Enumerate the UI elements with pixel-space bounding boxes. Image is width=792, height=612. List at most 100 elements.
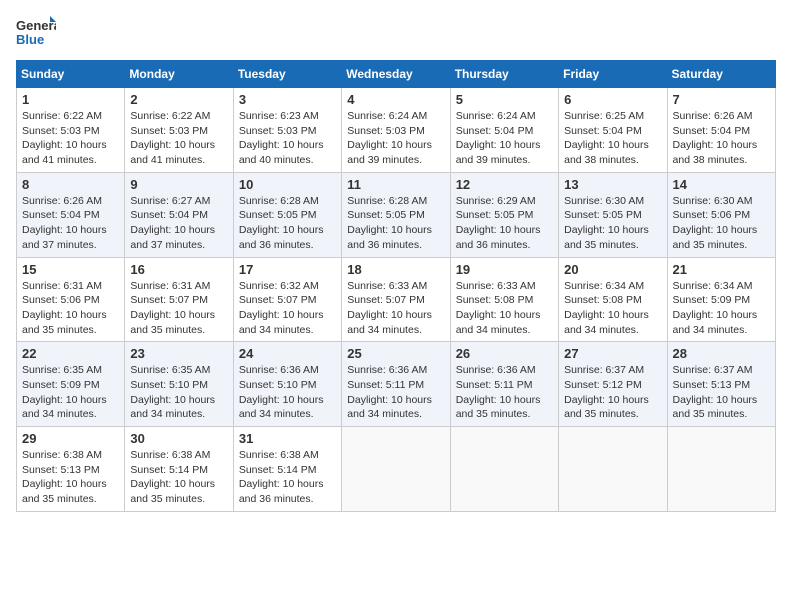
day-number: 21 (673, 262, 770, 277)
day-number: 11 (347, 177, 444, 192)
logo-svg: General Blue (16, 16, 56, 48)
day-number: 26 (456, 346, 553, 361)
calendar-cell: 21 Sunrise: 6:34 AM Sunset: 5:09 PM Dayl… (667, 257, 775, 342)
day-info: Sunrise: 6:30 AM Sunset: 5:05 PM Dayligh… (564, 194, 661, 253)
week-row-4: 22 Sunrise: 6:35 AM Sunset: 5:09 PM Dayl… (17, 342, 776, 427)
day-info: Sunrise: 6:26 AM Sunset: 5:04 PM Dayligh… (673, 109, 770, 168)
calendar-cell: 15 Sunrise: 6:31 AM Sunset: 5:06 PM Dayl… (17, 257, 125, 342)
week-row-5: 29 Sunrise: 6:38 AM Sunset: 5:13 PM Dayl… (17, 427, 776, 512)
day-number: 5 (456, 92, 553, 107)
day-info: Sunrise: 6:29 AM Sunset: 5:05 PM Dayligh… (456, 194, 553, 253)
day-info: Sunrise: 6:28 AM Sunset: 5:05 PM Dayligh… (347, 194, 444, 253)
day-info: Sunrise: 6:35 AM Sunset: 5:09 PM Dayligh… (22, 363, 119, 422)
calendar-cell: 27 Sunrise: 6:37 AM Sunset: 5:12 PM Dayl… (559, 342, 667, 427)
day-info: Sunrise: 6:24 AM Sunset: 5:04 PM Dayligh… (456, 109, 553, 168)
day-info: Sunrise: 6:37 AM Sunset: 5:13 PM Dayligh… (673, 363, 770, 422)
day-info: Sunrise: 6:38 AM Sunset: 5:14 PM Dayligh… (239, 448, 336, 507)
calendar-cell: 2 Sunrise: 6:22 AM Sunset: 5:03 PM Dayli… (125, 88, 233, 173)
calendar-cell: 26 Sunrise: 6:36 AM Sunset: 5:11 PM Dayl… (450, 342, 558, 427)
day-number: 31 (239, 431, 336, 446)
calendar-cell (342, 427, 450, 512)
calendar-cell: 3 Sunrise: 6:23 AM Sunset: 5:03 PM Dayli… (233, 88, 341, 173)
day-number: 30 (130, 431, 227, 446)
day-number: 22 (22, 346, 119, 361)
calendar-cell: 24 Sunrise: 6:36 AM Sunset: 5:10 PM Dayl… (233, 342, 341, 427)
logo: General Blue (16, 16, 56, 48)
calendar-cell: 5 Sunrise: 6:24 AM Sunset: 5:04 PM Dayli… (450, 88, 558, 173)
day-number: 14 (673, 177, 770, 192)
calendar-cell: 8 Sunrise: 6:26 AM Sunset: 5:04 PM Dayli… (17, 172, 125, 257)
calendar-cell: 19 Sunrise: 6:33 AM Sunset: 5:08 PM Dayl… (450, 257, 558, 342)
day-info: Sunrise: 6:31 AM Sunset: 5:06 PM Dayligh… (22, 279, 119, 338)
day-number: 12 (456, 177, 553, 192)
day-info: Sunrise: 6:36 AM Sunset: 5:11 PM Dayligh… (456, 363, 553, 422)
calendar-cell: 25 Sunrise: 6:36 AM Sunset: 5:11 PM Dayl… (342, 342, 450, 427)
calendar-cell: 13 Sunrise: 6:30 AM Sunset: 5:05 PM Dayl… (559, 172, 667, 257)
day-info: Sunrise: 6:38 AM Sunset: 5:14 PM Dayligh… (130, 448, 227, 507)
day-info: Sunrise: 6:25 AM Sunset: 5:04 PM Dayligh… (564, 109, 661, 168)
page-header: General Blue (16, 16, 776, 48)
calendar-cell (559, 427, 667, 512)
weekday-header-tuesday: Tuesday (233, 61, 341, 88)
day-number: 8 (22, 177, 119, 192)
calendar-cell: 1 Sunrise: 6:22 AM Sunset: 5:03 PM Dayli… (17, 88, 125, 173)
day-number: 23 (130, 346, 227, 361)
day-number: 15 (22, 262, 119, 277)
weekday-header-saturday: Saturday (667, 61, 775, 88)
calendar-cell: 28 Sunrise: 6:37 AM Sunset: 5:13 PM Dayl… (667, 342, 775, 427)
calendar-cell: 31 Sunrise: 6:38 AM Sunset: 5:14 PM Dayl… (233, 427, 341, 512)
day-info: Sunrise: 6:34 AM Sunset: 5:09 PM Dayligh… (673, 279, 770, 338)
day-number: 27 (564, 346, 661, 361)
calendar-cell: 23 Sunrise: 6:35 AM Sunset: 5:10 PM Dayl… (125, 342, 233, 427)
week-row-1: 1 Sunrise: 6:22 AM Sunset: 5:03 PM Dayli… (17, 88, 776, 173)
calendar-cell: 17 Sunrise: 6:32 AM Sunset: 5:07 PM Dayl… (233, 257, 341, 342)
day-number: 24 (239, 346, 336, 361)
day-info: Sunrise: 6:38 AM Sunset: 5:13 PM Dayligh… (22, 448, 119, 507)
weekday-header-row: SundayMondayTuesdayWednesdayThursdayFrid… (17, 61, 776, 88)
calendar-table: SundayMondayTuesdayWednesdayThursdayFrid… (16, 60, 776, 512)
weekday-header-thursday: Thursday (450, 61, 558, 88)
day-number: 19 (456, 262, 553, 277)
calendar-cell: 18 Sunrise: 6:33 AM Sunset: 5:07 PM Dayl… (342, 257, 450, 342)
day-number: 6 (564, 92, 661, 107)
day-info: Sunrise: 6:24 AM Sunset: 5:03 PM Dayligh… (347, 109, 444, 168)
calendar-cell: 16 Sunrise: 6:31 AM Sunset: 5:07 PM Dayl… (125, 257, 233, 342)
week-row-2: 8 Sunrise: 6:26 AM Sunset: 5:04 PM Dayli… (17, 172, 776, 257)
calendar-cell: 12 Sunrise: 6:29 AM Sunset: 5:05 PM Dayl… (450, 172, 558, 257)
calendar-cell: 4 Sunrise: 6:24 AM Sunset: 5:03 PM Dayli… (342, 88, 450, 173)
day-number: 9 (130, 177, 227, 192)
day-info: Sunrise: 6:33 AM Sunset: 5:07 PM Dayligh… (347, 279, 444, 338)
day-number: 16 (130, 262, 227, 277)
calendar-cell: 9 Sunrise: 6:27 AM Sunset: 5:04 PM Dayli… (125, 172, 233, 257)
calendar-cell: 14 Sunrise: 6:30 AM Sunset: 5:06 PM Dayl… (667, 172, 775, 257)
weekday-header-sunday: Sunday (17, 61, 125, 88)
day-number: 25 (347, 346, 444, 361)
calendar-cell (667, 427, 775, 512)
day-number: 7 (673, 92, 770, 107)
calendar-cell: 10 Sunrise: 6:28 AM Sunset: 5:05 PM Dayl… (233, 172, 341, 257)
weekday-header-friday: Friday (559, 61, 667, 88)
calendar-cell: 7 Sunrise: 6:26 AM Sunset: 5:04 PM Dayli… (667, 88, 775, 173)
day-number: 1 (22, 92, 119, 107)
calendar-cell: 6 Sunrise: 6:25 AM Sunset: 5:04 PM Dayli… (559, 88, 667, 173)
weekday-header-wednesday: Wednesday (342, 61, 450, 88)
calendar-cell: 30 Sunrise: 6:38 AM Sunset: 5:14 PM Dayl… (125, 427, 233, 512)
calendar-cell: 11 Sunrise: 6:28 AM Sunset: 5:05 PM Dayl… (342, 172, 450, 257)
day-info: Sunrise: 6:33 AM Sunset: 5:08 PM Dayligh… (456, 279, 553, 338)
day-info: Sunrise: 6:34 AM Sunset: 5:08 PM Dayligh… (564, 279, 661, 338)
day-number: 28 (673, 346, 770, 361)
day-number: 3 (239, 92, 336, 107)
svg-text:Blue: Blue (16, 32, 44, 47)
week-row-3: 15 Sunrise: 6:31 AM Sunset: 5:06 PM Dayl… (17, 257, 776, 342)
day-info: Sunrise: 6:36 AM Sunset: 5:10 PM Dayligh… (239, 363, 336, 422)
day-info: Sunrise: 6:36 AM Sunset: 5:11 PM Dayligh… (347, 363, 444, 422)
day-number: 2 (130, 92, 227, 107)
day-info: Sunrise: 6:26 AM Sunset: 5:04 PM Dayligh… (22, 194, 119, 253)
day-info: Sunrise: 6:30 AM Sunset: 5:06 PM Dayligh… (673, 194, 770, 253)
day-info: Sunrise: 6:37 AM Sunset: 5:12 PM Dayligh… (564, 363, 661, 422)
day-number: 4 (347, 92, 444, 107)
day-info: Sunrise: 6:23 AM Sunset: 5:03 PM Dayligh… (239, 109, 336, 168)
day-number: 10 (239, 177, 336, 192)
calendar-cell (450, 427, 558, 512)
calendar-cell: 20 Sunrise: 6:34 AM Sunset: 5:08 PM Dayl… (559, 257, 667, 342)
